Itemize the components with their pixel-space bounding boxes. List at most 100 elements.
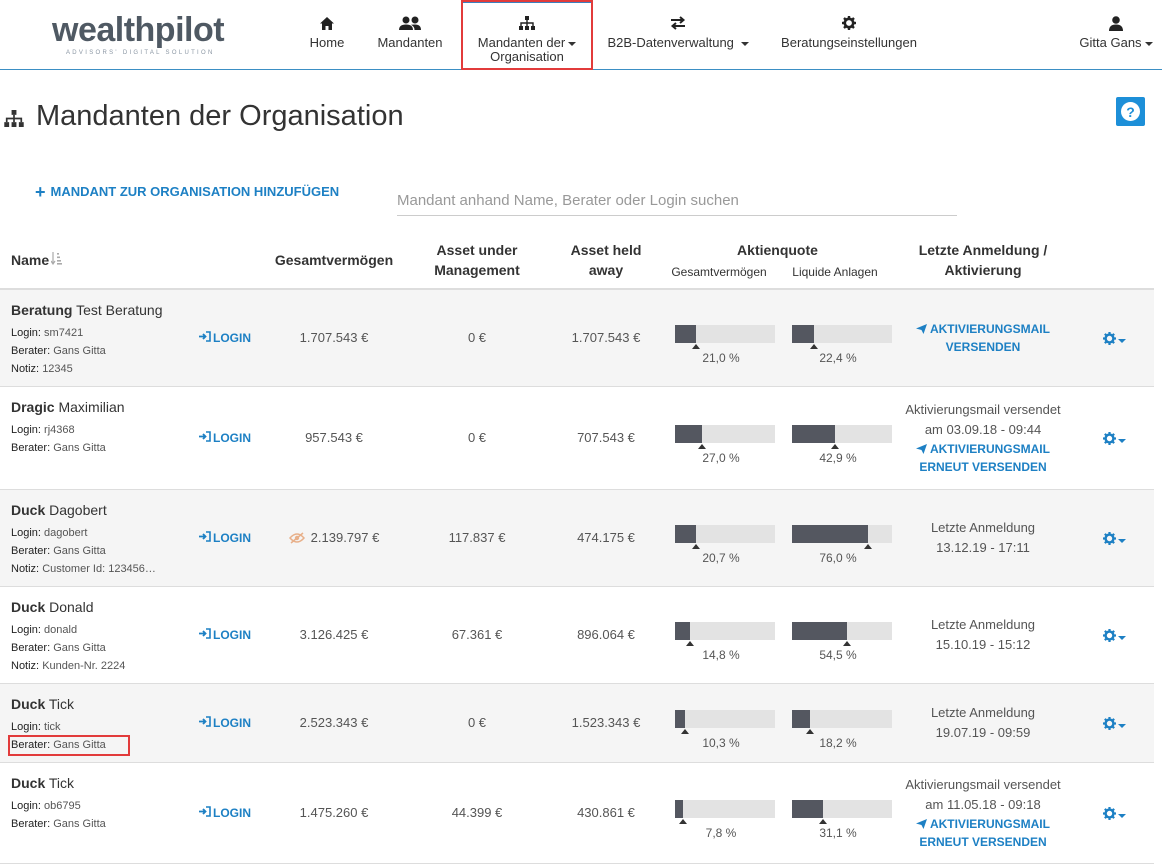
client-meta: Login: ob6795 Berater: Gans Gitta xyxy=(11,797,106,833)
gear-icon xyxy=(842,14,856,32)
client-meta: Login: rj4368 Berater: Gans Gitta xyxy=(11,421,106,457)
total-assets: 1.707.543 € xyxy=(264,330,404,345)
status-line1: Letzte Anmeldung xyxy=(930,705,1036,720)
login-as-client-button[interactable]: LOGIN xyxy=(199,716,251,730)
gear-icon xyxy=(1103,806,1116,825)
highlight-box xyxy=(8,735,130,756)
quota-liquid-bar xyxy=(792,325,892,349)
quota-total-fill xyxy=(675,525,696,543)
login-label: LOGIN xyxy=(213,430,251,445)
send-activation-mail-button[interactable]: AKTIVIERUNGSMAIL ERNEUT VERSENDEN xyxy=(900,440,1066,476)
row-actions-menu[interactable] xyxy=(1103,531,1126,550)
column-header-held-away[interactable]: Asset held away xyxy=(550,240,662,280)
login-as-client-button[interactable]: LOGIN xyxy=(199,531,251,545)
status-line2: am 03.09.18 - 09:44 xyxy=(924,422,1042,437)
row-actions-menu[interactable] xyxy=(1103,628,1126,647)
row-actions-menu[interactable] xyxy=(1103,331,1126,350)
gear-icon xyxy=(1103,431,1116,450)
login-as-client-button[interactable]: LOGIN xyxy=(199,806,251,820)
assets-under-management: 0 € xyxy=(467,714,487,730)
table-row: Duck Tick Login: ob6795 Berater: Gans Gi… xyxy=(0,763,1154,864)
gear-icon xyxy=(1103,331,1116,350)
top-navigation: wealthpilot ADVISORS' DIGITAL SOLUTION H… xyxy=(0,0,1162,70)
nav-b2b[interactable]: B2B-Datenverwaltung xyxy=(603,0,753,70)
quota-total-bar xyxy=(675,622,775,646)
total-assets-value: 957.543 € xyxy=(305,429,363,445)
nav-clients[interactable]: Mandanten xyxy=(370,0,450,70)
login-label: LOGIN xyxy=(213,330,251,345)
header-aum-line2: Management xyxy=(434,262,520,278)
table-row: Duck Dagobert Login: dagobert Berater: G… xyxy=(0,490,1154,587)
column-header-quota-total[interactable]: Gesamtvermögen xyxy=(664,262,774,282)
quota-total-fill xyxy=(675,325,696,343)
user-menu[interactable]: Gitta Gans xyxy=(1074,0,1158,70)
column-header-last-login[interactable]: Letzte Anmeldung / Aktivierung xyxy=(900,240,1066,280)
total-assets-value: 2.523.343 € xyxy=(299,714,369,730)
nav-org-clients[interactable]: Mandanten der Organisation xyxy=(461,0,593,70)
client-login: Login: rj4368 xyxy=(11,424,75,436)
caret-down-icon xyxy=(1118,813,1126,818)
user-icon xyxy=(1109,14,1123,32)
wealthpilot-logo[interactable]: wealthpilot ADVISORS' DIGITAL SOLUTION xyxy=(52,12,242,60)
quota-total-fill xyxy=(675,710,686,728)
quota-total-label: 27,0 % xyxy=(702,451,740,465)
row-actions-menu[interactable] xyxy=(1103,431,1126,450)
status-line2: 19.07.19 - 09:59 xyxy=(935,725,1031,740)
last-login-activation: Letzte Anmeldung 15.10.19 - 15:12 xyxy=(900,615,1066,655)
quota-total-marker xyxy=(691,544,700,549)
nav-settings-label: Beratungseinstellungen xyxy=(781,35,917,50)
row-actions-menu[interactable] xyxy=(1103,806,1126,825)
column-header-total[interactable]: Gesamtvermögen xyxy=(264,250,404,270)
send-activation-mail-button[interactable]: AKTIVIERUNGSMAIL ERNEUT VERSENDEN xyxy=(900,815,1066,851)
sign-in-icon xyxy=(199,530,211,545)
client-advisor: Berater: Gans Gitta xyxy=(11,642,106,654)
users-icon xyxy=(398,14,422,32)
caret-down-icon xyxy=(1118,338,1126,343)
client-login: Login: sm7421 xyxy=(11,327,84,339)
help-button[interactable]: ? xyxy=(1116,97,1145,126)
caret-down-icon xyxy=(1144,41,1153,46)
login-as-client-button[interactable]: LOGIN xyxy=(199,628,251,642)
header-last-line2: Aktivierung xyxy=(944,262,1022,278)
assets-under-management: 117.837 € xyxy=(448,529,506,545)
quota-liquid-marker xyxy=(806,729,815,734)
quota-liquid-marker xyxy=(830,444,839,449)
nav-settings[interactable]: Beratungseinstellungen xyxy=(775,0,923,70)
client-login: Login: ob6795 xyxy=(11,800,81,812)
sitemap-icon xyxy=(519,14,535,32)
hidden-eye-icon[interactable] xyxy=(288,531,305,547)
client-name: Duck Tick xyxy=(11,775,74,791)
column-header-aum[interactable]: Asset under Management xyxy=(412,240,542,280)
login-label: LOGIN xyxy=(213,627,251,642)
sign-in-icon xyxy=(199,430,211,445)
quota-liquid-fill xyxy=(792,325,815,343)
login-as-client-button[interactable]: LOGIN xyxy=(199,331,251,345)
gear-icon xyxy=(1103,716,1116,735)
quota-total-bar xyxy=(675,710,775,734)
login-as-client-button[interactable]: LOGIN xyxy=(199,431,251,445)
add-client-button[interactable]: + MANDANT ZUR ORGANISATION HINZUFÜGEN xyxy=(35,183,339,201)
row-actions-menu[interactable] xyxy=(1103,716,1126,735)
assets-held-away: 896.064 € xyxy=(577,626,635,642)
search-input[interactable] xyxy=(397,186,957,216)
column-header-quota-liquid[interactable]: Liquide Anlagen xyxy=(783,262,887,282)
quota-liquid-fill xyxy=(792,622,847,640)
client-login: Login: tick xyxy=(11,721,61,733)
client-first-name: Dagobert xyxy=(49,502,107,518)
quota-total-marker xyxy=(678,819,687,824)
page-title: Mandanten der Organisation xyxy=(36,100,404,132)
quota-total-fill xyxy=(675,800,683,818)
quota-liquid-bar xyxy=(792,622,892,646)
total-assets: 2.139.797 € xyxy=(264,530,404,547)
nav-home[interactable]: Home xyxy=(302,0,352,70)
total-assets: 957.543 € xyxy=(264,430,404,445)
send-activation-mail-button[interactable]: AKTIVIERUNGSMAIL VERSENDEN xyxy=(900,320,1066,356)
assets-held-away: 1.707.543 € xyxy=(571,329,641,345)
activation-mail-line2: ERNEUT VERSENDEN xyxy=(919,460,1047,474)
header-name-label: Name xyxy=(11,252,50,268)
status-line2: 15.10.19 - 15:12 xyxy=(935,637,1031,652)
last-login-activation: AKTIVIERUNGSMAIL VERSENDEN xyxy=(900,320,1066,356)
status-line1: Letzte Anmeldung xyxy=(930,617,1036,632)
column-header-name[interactable]: Name xyxy=(11,250,63,270)
quota-total-marker xyxy=(698,444,706,449)
